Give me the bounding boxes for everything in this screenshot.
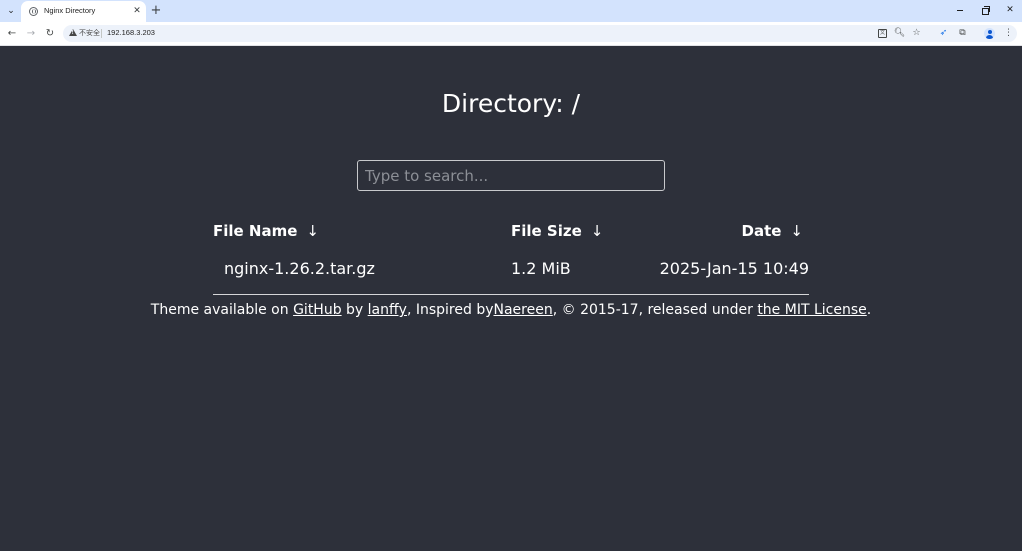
file-link[interactable]: nginx-1.26.2.tar.gz bbox=[224, 259, 375, 278]
window-close-icon[interactable]: ✕ bbox=[1002, 3, 1018, 18]
github-link[interactable]: GitHub bbox=[293, 302, 342, 318]
globe-icon bbox=[29, 7, 38, 16]
more-menu-icon[interactable]: ⋮ bbox=[1002, 27, 1015, 40]
security-label[interactable]: 不安全 bbox=[79, 28, 100, 38]
forward-arrow-icon[interactable]: → bbox=[23, 26, 39, 42]
column-label: File Name bbox=[213, 221, 298, 240]
new-tab-plus-icon[interactable]: + bbox=[149, 3, 163, 18]
file-size-cell: 1.2 MiB bbox=[511, 244, 651, 295]
tab-close-icon[interactable]: ✕ bbox=[131, 5, 143, 17]
tab-title: Nginx Directory bbox=[44, 6, 96, 15]
table-header-row: File Name ↓ File Size ↓ Date ↓ bbox=[213, 217, 809, 244]
footer-text: , © 2015-17, released under bbox=[552, 302, 758, 318]
bookmark-star-icon[interactable]: ☆ bbox=[910, 27, 923, 40]
column-label: Date bbox=[741, 221, 782, 240]
translate-icon[interactable]: 文 bbox=[876, 27, 889, 40]
profile-avatar-icon[interactable] bbox=[983, 27, 996, 40]
extensions-puzzle-icon[interactable]: ⧉ bbox=[956, 27, 969, 40]
url-divider bbox=[101, 29, 102, 38]
file-name-cell: nginx-1.26.2.tar.gz bbox=[213, 244, 511, 295]
license-link[interactable]: the MIT License bbox=[757, 302, 866, 318]
warning-triangle-icon[interactable] bbox=[69, 29, 77, 36]
sort-arrow-icon[interactable]: ↓ bbox=[790, 222, 803, 240]
browser-tab[interactable]: Nginx Directory ✕ bbox=[21, 1, 146, 22]
back-arrow-icon[interactable]: ← bbox=[4, 26, 20, 42]
url-text[interactable]: 192.168.3.203 bbox=[107, 28, 155, 37]
column-label: File Size bbox=[511, 221, 582, 240]
column-header-file-size[interactable]: File Size ↓ bbox=[511, 217, 651, 244]
sort-arrow-icon[interactable]: ↓ bbox=[591, 222, 604, 240]
search-input[interactable] bbox=[357, 160, 665, 191]
inspired-by-link[interactable]: Naereen bbox=[494, 302, 553, 318]
footer-text: by bbox=[341, 302, 368, 318]
footer-text: Theme available on bbox=[150, 302, 294, 318]
footer: Theme available on GitHub by lanffy, Ins… bbox=[0, 302, 1022, 318]
zoom-icon[interactable]: 🔍︎ bbox=[893, 27, 906, 40]
extension-pin-icon[interactable]: ➶ bbox=[937, 27, 950, 40]
page-title: Directory: / bbox=[441, 89, 581, 118]
column-header-file-name[interactable]: File Name ↓ bbox=[213, 217, 511, 244]
tab-strip: ⌄ Nginx Directory ✕ + ✕ bbox=[0, 0, 1022, 22]
address-bar[interactable]: 不安全 192.168.3.203 文 🔍︎ ☆ ➶ ⧉ ⋮ bbox=[63, 25, 1017, 42]
sort-arrow-icon[interactable]: ↓ bbox=[306, 222, 319, 240]
tab-search-chevron-icon[interactable]: ⌄ bbox=[4, 4, 18, 18]
column-header-date[interactable]: Date ↓ bbox=[651, 217, 809, 244]
restore-icon[interactable] bbox=[977, 3, 993, 18]
footer-text: , Inspired by bbox=[406, 302, 494, 318]
file-listing-table: File Name ↓ File Size ↓ Date ↓ nginx-1.26.2… bbox=[213, 217, 809, 295]
reload-icon[interactable]: ↻ bbox=[42, 26, 58, 42]
footer-text: . bbox=[866, 302, 872, 318]
file-date-cell: 2025-Jan-15 10:49 bbox=[651, 244, 809, 295]
browser-toolbar: ← → ↻ 不安全 192.168.3.203 文 🔍︎ ☆ ➶ ⧉ ⋮ bbox=[0, 22, 1022, 46]
author-link[interactable]: lanffy bbox=[368, 302, 407, 318]
directory-page: Directory: / File Name ↓ File Size ↓ Date ↓… bbox=[0, 47, 1022, 551]
table-row: nginx-1.26.2.tar.gz 1.2 MiB 2025-Jan-15 … bbox=[213, 244, 809, 295]
minimize-icon[interactable] bbox=[952, 3, 968, 18]
